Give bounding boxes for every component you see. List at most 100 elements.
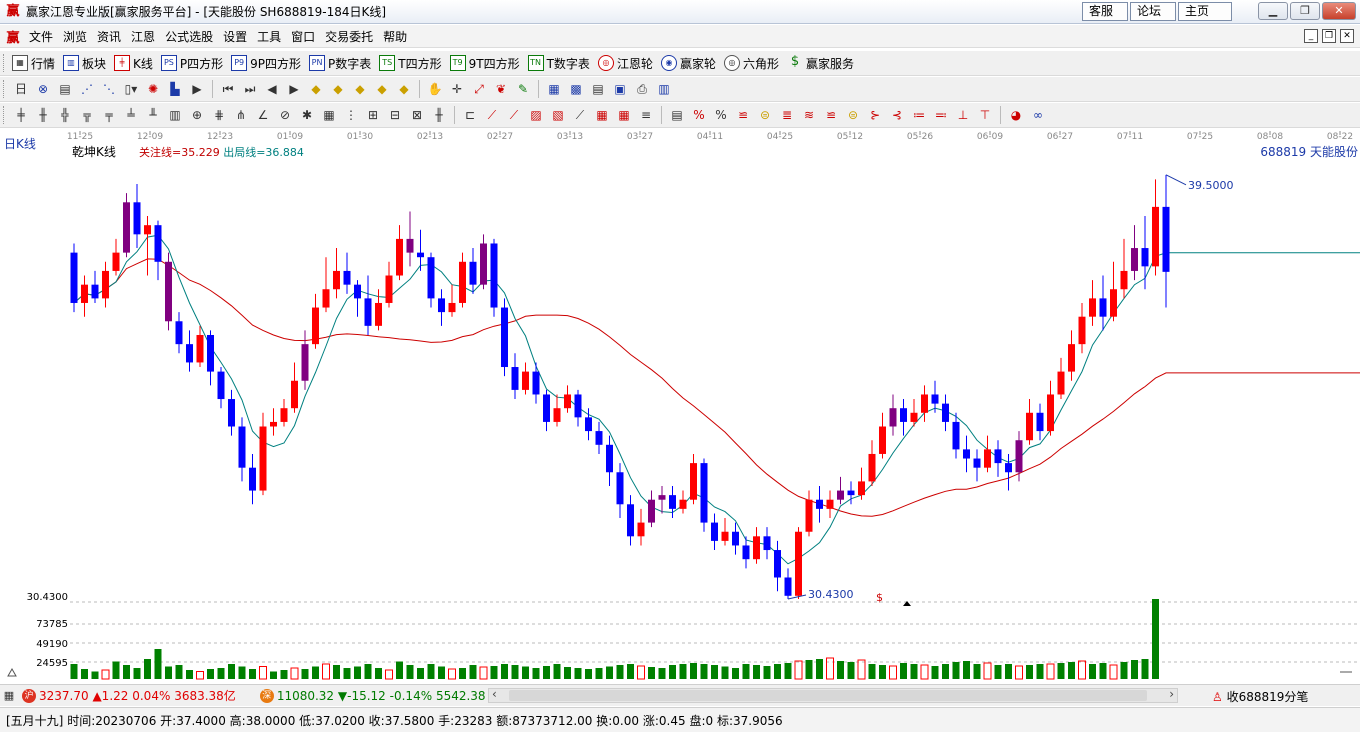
line-tool-22-icon[interactable]: ⟋ — [483, 106, 501, 124]
chart-area[interactable]: 11-25 12-09 12-23 01-09 01-30 02-13 02-27 03-13… — [0, 129, 1360, 683]
t-number-table-button[interactable]: TN T数字表 — [526, 55, 596, 72]
close-icon[interactable]: ✕ — [1322, 2, 1356, 20]
mdi-minimize-icon[interactable]: _ — [1304, 29, 1318, 43]
quotes-button[interactable]: ▦ 行情 — [10, 55, 61, 72]
line-tool-29-icon[interactable]: ≡ — [637, 106, 655, 124]
line-tool-44-icon[interactable]: ⊤ — [976, 106, 994, 124]
line-tool-23-icon[interactable]: ⟋ — [505, 106, 523, 124]
infinity-icon[interactable]: ∞ — [1029, 106, 1047, 124]
menu-settings[interactable]: 设置 — [220, 28, 254, 45]
last-icon[interactable]: ⏭ — [241, 80, 259, 98]
diamond-a-icon[interactable]: ◆ — [307, 80, 325, 98]
line-tool-34-icon[interactable]: ⊜ — [756, 106, 774, 124]
index-table-icon[interactable]: ▦ — [2, 689, 16, 703]
zoom-icon[interactable]: ⤢ — [470, 80, 488, 98]
stamp-icon[interactable]: ❦ — [492, 80, 510, 98]
line-tool-15-icon[interactable]: ▦ — [320, 106, 338, 124]
line-tool-9-icon[interactable]: ⊕ — [188, 106, 206, 124]
table-icon[interactable]: ▤ — [589, 80, 607, 98]
line-tool-30-icon[interactable]: ▤ — [668, 106, 686, 124]
menu-browse[interactable]: 浏览 — [60, 28, 94, 45]
line-tool-17-icon[interactable]: ⊞ — [364, 106, 382, 124]
tool-f-icon[interactable]: ✺ — [144, 80, 162, 98]
chart-icon[interactable]: ▥ — [655, 80, 673, 98]
menu-news[interactable]: 资讯 — [94, 28, 128, 45]
service-link[interactable]: 客服 — [1082, 2, 1128, 21]
forum-link[interactable]: 论坛 — [1130, 2, 1176, 21]
mdi-close-icon[interactable]: ✕ — [1340, 29, 1354, 43]
chart-scrollbar[interactable]: ‹ › — [488, 687, 1178, 703]
tool-b-icon[interactable]: ▤ — [56, 80, 74, 98]
line-tool-42-icon[interactable]: ≕ — [932, 106, 950, 124]
line-tool-24-icon[interactable]: ▨ — [527, 106, 545, 124]
line-tool-32-icon[interactable]: % — [712, 106, 730, 124]
line-tool-21-icon[interactable]: ⊏ — [461, 106, 479, 124]
line-tool-12-icon[interactable]: ∠ — [254, 106, 272, 124]
line-tool-27-icon[interactable]: ▦ — [593, 106, 611, 124]
line-tool-7-icon[interactable]: ╨ — [144, 106, 162, 124]
home-link[interactable]: 主页 — [1178, 2, 1232, 21]
mdi-restore-icon[interactable]: ❐ — [1322, 29, 1336, 43]
line-tool-11-icon[interactable]: ⋔ — [232, 106, 250, 124]
calculator-icon[interactable]: ▩ — [567, 80, 585, 98]
menu-tools[interactable]: 工具 — [254, 28, 288, 45]
tool-e-icon[interactable]: ▯▾ — [122, 80, 140, 98]
tool-h-icon[interactable]: ▶ — [188, 80, 206, 98]
line-tool-37-icon[interactable]: ≌ — [822, 106, 840, 124]
restore-icon[interactable]: ❐ — [1290, 2, 1320, 20]
menu-window[interactable]: 窗口 — [288, 28, 322, 45]
line-tool-2-icon[interactable]: ╫ — [34, 106, 52, 124]
sectors-button[interactable]: ▥ 板块 — [61, 55, 112, 72]
line-tool-20-icon[interactable]: ╫ — [430, 106, 448, 124]
line-tool-6-icon[interactable]: ╧ — [122, 106, 140, 124]
line-tool-16-icon[interactable]: ⋮ — [342, 106, 360, 124]
line-tool-41-icon[interactable]: ≔ — [910, 106, 928, 124]
minimize-icon[interactable]: ▁ — [1258, 2, 1288, 20]
calendar-icon[interactable]: ▦ — [545, 80, 563, 98]
crosshair-icon[interactable]: ✛ — [448, 80, 466, 98]
line-tool-4-icon[interactable]: ╦ — [78, 106, 96, 124]
color-wheel-icon[interactable]: ◕ — [1007, 106, 1025, 124]
line-tool-5-icon[interactable]: ╤ — [100, 106, 118, 124]
line-tool-26-icon[interactable]: ⟋ — [571, 106, 589, 124]
scroll-thumb[interactable] — [509, 690, 1147, 701]
line-tool-18-icon[interactable]: ⊟ — [386, 106, 404, 124]
line-tool-39-icon[interactable]: ⊱ — [866, 106, 884, 124]
scroll-left-icon[interactable]: ‹ — [492, 687, 497, 701]
hand-icon[interactable]: ✋ — [426, 80, 444, 98]
line-tool-8-icon[interactable]: ▥ — [166, 106, 184, 124]
p9-square-button[interactable]: P9 9P四方形 — [229, 55, 307, 72]
line-tool-31-icon[interactable]: % — [690, 106, 708, 124]
menu-help[interactable]: 帮助 — [380, 28, 414, 45]
t9-square-button[interactable]: T9 9T四方形 — [448, 55, 526, 72]
line-tool-33-icon[interactable]: ≌ — [734, 106, 752, 124]
winner-wheel-button[interactable]: ◉ 赢家轮 — [659, 55, 722, 72]
menu-formula[interactable]: 公式选股 — [162, 28, 220, 45]
p-square-button[interactable]: PS P四方形 — [159, 55, 229, 72]
menu-trade[interactable]: 交易委托 — [322, 28, 380, 45]
menu-file[interactable]: 文件 — [26, 28, 60, 45]
line-tool-1-icon[interactable]: ╪ — [12, 106, 30, 124]
prev-icon[interactable]: ◀ — [263, 80, 281, 98]
next-icon[interactable]: ▶ — [285, 80, 303, 98]
t-square-button[interactable]: TS T四方形 — [377, 55, 447, 72]
line-tool-25-icon[interactable]: ▧ — [549, 106, 567, 124]
line-tool-36-icon[interactable]: ≋ — [800, 106, 818, 124]
line-tool-13-icon[interactable]: ⊘ — [276, 106, 294, 124]
line-tool-35-icon[interactable]: ≣ — [778, 106, 796, 124]
diamond-e-icon[interactable]: ◆ — [395, 80, 413, 98]
menu-gann[interactable]: 江恩 — [128, 28, 162, 45]
line-tool-38-icon[interactable]: ⊜ — [844, 106, 862, 124]
line-tool-14-icon[interactable]: ✱ — [298, 106, 316, 124]
save-icon[interactable]: ▣ — [611, 80, 629, 98]
scroll-right-icon[interactable]: › — [1169, 687, 1174, 701]
diamond-b-icon[interactable]: ◆ — [329, 80, 347, 98]
print-icon[interactable]: ⎙ — [633, 80, 651, 98]
tick-detail-button[interactable]: ♙ 收688819分笔 — [1212, 688, 1308, 705]
p-number-table-button[interactable]: PN P数字表 — [307, 55, 377, 72]
line-tool-43-icon[interactable]: ⊥ — [954, 106, 972, 124]
hexagon-button[interactable]: ◎ 六角形 — [722, 55, 785, 72]
kline-button[interactable]: ╪ K线 — [112, 55, 159, 72]
kline-chart[interactable]: 11-25 12-09 12-23 01-09 01-30 02-13 02-27 03-13… — [0, 129, 1360, 683]
winner-service-button[interactable]: $ 赢家服务 — [785, 55, 860, 72]
